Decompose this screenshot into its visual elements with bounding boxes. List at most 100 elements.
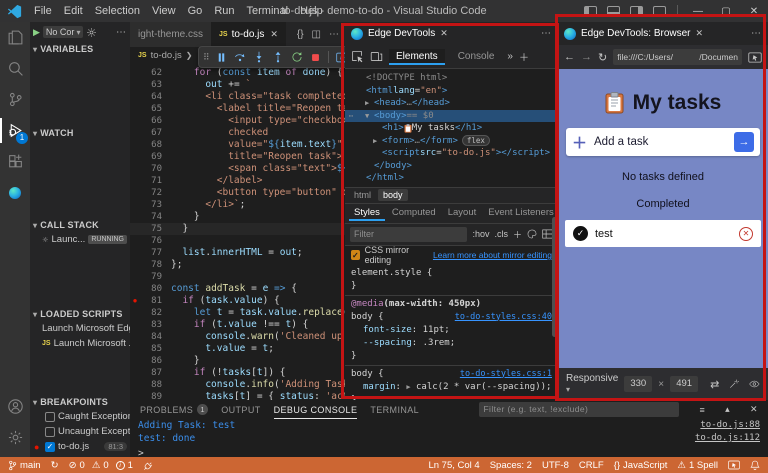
status-utf-8[interactable]: UTF-8 (542, 460, 569, 471)
dom-node[interactable]: </html> (345, 172, 558, 185)
code-line[interactable]: 63 out += ` (130, 79, 345, 91)
section-call-stack[interactable]: ▾CALL STACK (30, 218, 130, 232)
status-spaces-2[interactable]: Spaces: 2 (490, 460, 532, 471)
style-tab-styles[interactable]: Styles (349, 205, 385, 221)
close-tab-icon[interactable]: ✕ (270, 29, 278, 40)
css-rule[interactable]: body {to-do-styles.css:1margin: ▶ calc(2… (345, 365, 558, 401)
debug-config-dropdown[interactable]: No Cor▾ (43, 26, 84, 38)
code-line[interactable]: 83 if (t.value !== t) { (130, 319, 345, 331)
code-line[interactable]: 70 <span class="text">${it (130, 163, 345, 175)
section-watch[interactable]: ▾WATCH (30, 126, 130, 140)
restart-icon[interactable] (291, 51, 303, 63)
rotate-dimensions-icon[interactable]: ⇄ (710, 378, 719, 391)
code-line[interactable]: 88 console.info('Adding Task: (130, 379, 345, 391)
dom-node[interactable]: ⋯▼<body> == $0 (345, 110, 558, 123)
task-done-checkbox[interactable]: ✓ (573, 226, 588, 241)
drag-handle-icon[interactable]: ⠿ (203, 52, 209, 63)
brackets-icon[interactable]: {} (297, 29, 304, 40)
code-line[interactable]: 85 t.value = t; (130, 343, 345, 355)
code-line[interactable]: 73 </li>`; (130, 199, 345, 211)
menu-item-run[interactable]: Run (208, 5, 240, 17)
debug-settings-gear-icon[interactable] (86, 27, 97, 38)
log-source-link[interactable]: to-do.js:88 (700, 419, 760, 432)
tab-elements[interactable]: Elements (389, 49, 445, 65)
code-line[interactable]: 87 if (!tasks[t]) { (130, 367, 345, 379)
close-browser-icon[interactable]: ✕ (696, 28, 704, 39)
toggle-panel-icon[interactable] (607, 6, 620, 16)
breakpoint-item[interactable]: ●✓to-do.js81:3 (30, 439, 130, 454)
browser-more-actions-icon[interactable]: ⋯ (751, 28, 762, 39)
settings-gear-icon[interactable] (0, 422, 30, 453)
code-line[interactable]: 79 (130, 271, 345, 283)
editor-more-actions-icon[interactable]: ⋯ (329, 29, 339, 40)
close-button[interactable]: ✕ (740, 0, 768, 22)
menu-item-file[interactable]: File (28, 5, 58, 17)
device-height-input[interactable]: 491 (670, 376, 698, 392)
close-panel-icon[interactable]: ✕ (750, 404, 758, 415)
css-rule[interactable]: @media (max-width: 450px)body {to-do-sty… (345, 295, 558, 365)
breakpoint-item[interactable]: Caught Exceptions (30, 409, 130, 424)
crumb-html[interactable]: html (349, 189, 376, 201)
hover-state-button[interactable]: :hov (472, 229, 489, 239)
run-and-debug-icon[interactable]: 1 (0, 115, 30, 146)
code-line[interactable]: 89 tasks[t] = { status: 'activ (130, 391, 345, 400)
css-rule[interactable]: element.style {} (345, 265, 558, 295)
code-line[interactable]: 62 for (const item of done) { (130, 67, 345, 79)
mirror-editing-link[interactable]: Learn more about mirror editing (433, 250, 552, 260)
dom-node[interactable]: ▶<head>…</head> (345, 97, 558, 110)
css-source-link[interactable]: to-do-styles.css:40 (455, 311, 552, 324)
dom-node[interactable]: <html lang="en"> (345, 85, 558, 98)
code-line[interactable]: 72 <button type="button" dat (130, 187, 345, 199)
customize-layout-icon[interactable] (653, 6, 666, 16)
code-line[interactable]: 71 </label> (130, 175, 345, 187)
code-line[interactable]: 65 <label title="Reopen task (130, 103, 345, 115)
panel-tab-output[interactable]: OUTPUT (221, 400, 260, 419)
code-editor[interactable]: 62 for (const item of done) {63 out += `… (130, 63, 345, 400)
notifications-bell-icon[interactable] (750, 460, 760, 471)
account-icon[interactable] (0, 391, 30, 422)
dom-node[interactable]: <script src="to-do.js"></script> (345, 147, 558, 160)
sync-icon[interactable]: ↻ (51, 460, 59, 471)
panel-tab-terminal[interactable]: TERMINAL (370, 400, 419, 419)
menu-item-view[interactable]: View (146, 5, 182, 17)
code-line[interactable]: 84 console.warn('Cleaned up ta (130, 331, 345, 343)
status-crlf[interactable]: CRLF (579, 460, 604, 471)
dom-node[interactable]: ▶<form>…</form>flex (345, 135, 558, 148)
breakpoint-checkbox[interactable] (45, 412, 55, 422)
screencast-icon[interactable] (336, 52, 345, 63)
tab-light-theme-css[interactable]: ight-theme.css (130, 22, 211, 47)
panel-tab-debug-console[interactable]: DEBUG CONSOLE (274, 400, 358, 419)
step-over-icon[interactable] (234, 51, 246, 63)
step-out-icon[interactable] (272, 51, 284, 63)
problems-indicator[interactable]: ⊘0 ⚠0 i1 (69, 460, 133, 471)
code-line[interactable]: 74 } (130, 211, 345, 223)
flex-badge[interactable]: flex (462, 135, 490, 146)
submit-task-button[interactable]: → (734, 132, 754, 152)
menu-item-edit[interactable]: Edit (58, 5, 89, 17)
add-tab-icon[interactable]: ＋ (519, 49, 529, 64)
menu-item-selection[interactable]: Selection (89, 5, 146, 17)
code-line[interactable]: 68 value="${item.text}" cl (130, 139, 345, 151)
delete-task-icon[interactable]: ✕ (739, 227, 753, 241)
branch-indicator[interactable]: main (8, 460, 41, 471)
dom-node[interactable]: </body> (345, 160, 558, 173)
status-javascript[interactable]: {}JavaScript (614, 460, 668, 471)
filter-options-icon[interactable]: ≡ (699, 405, 705, 415)
maximize-panel-icon[interactable]: ▴ (725, 404, 730, 415)
section-breakpoints[interactable]: ▾BREAKPOINTS (30, 395, 130, 409)
code-line[interactable]: 69 title="Reopen task"> (130, 151, 345, 163)
reload-icon[interactable]: ↻ (598, 51, 607, 64)
explorer-icon[interactable] (0, 22, 30, 53)
call-stack-session[interactable]: Launc... RUNNING (30, 232, 130, 247)
focus-page-icon[interactable] (748, 52, 762, 63)
code-line[interactable]: 64 <li class="task completed"> (130, 91, 345, 103)
step-into-icon[interactable] (253, 51, 265, 63)
toggle-secondary-sidebar-icon[interactable] (630, 6, 643, 16)
section-loaded-scripts[interactable]: ▾LOADED SCRIPTS (30, 307, 130, 321)
color-format-icon[interactable] (527, 229, 537, 239)
css-source-link[interactable]: to-do-styles.css:1 (460, 368, 552, 381)
loaded-script-item[interactable]: JSLaunch Microsoft ... (30, 336, 130, 351)
style-tab-computed[interactable]: Computed (387, 205, 441, 221)
code-line[interactable]: 77 list.innerHTML = out; (130, 247, 345, 259)
new-rule-icon[interactable]: ＋ (513, 228, 522, 241)
